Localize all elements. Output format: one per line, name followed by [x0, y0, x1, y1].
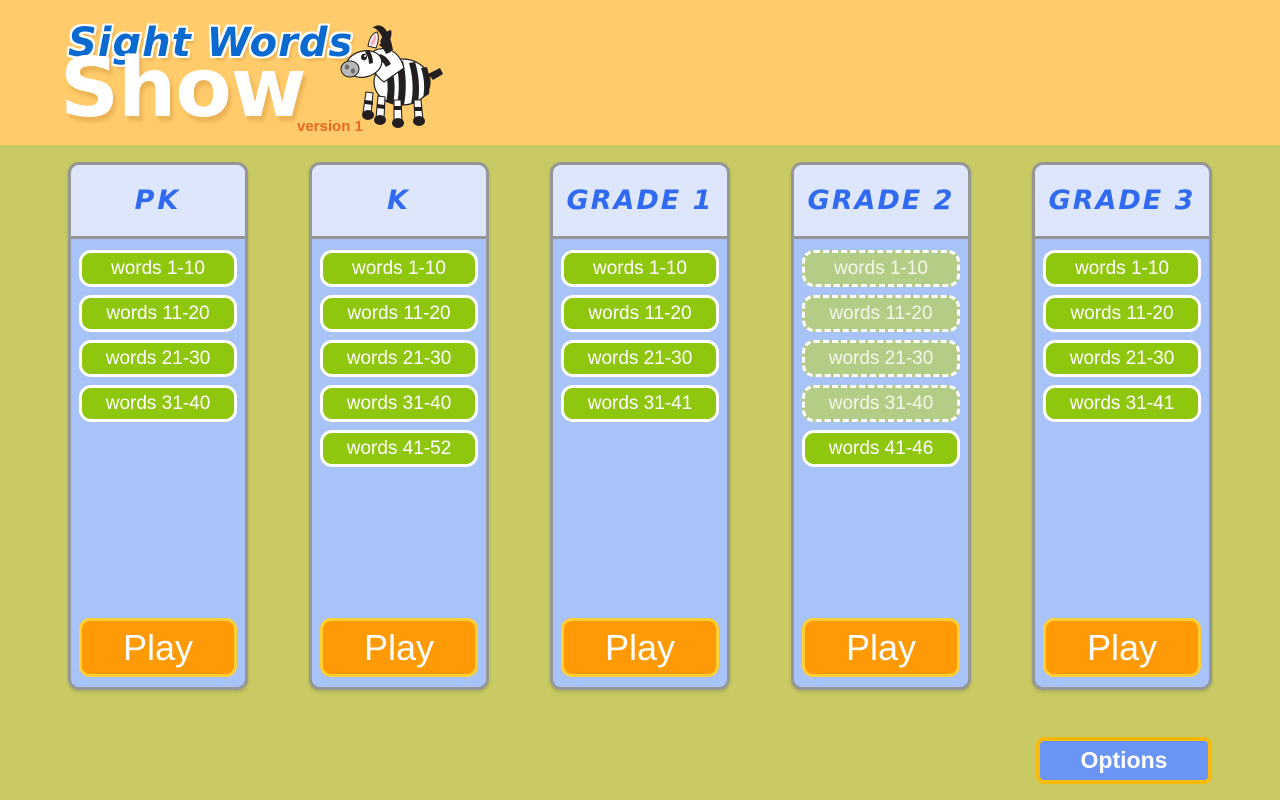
grade-card-title: K — [387, 185, 411, 216]
grade-card-header: GRADE 2 — [794, 165, 968, 239]
logo-title-line2: Show — [60, 41, 307, 136]
level-button[interactable]: words 31-40 — [79, 385, 237, 422]
grade-cards-row: PK words 1-10 words 11-20 words 21-30 words … — [0, 162, 1280, 690]
level-button[interactable]: words 31-40 — [320, 385, 478, 422]
grade-card-header: K — [312, 165, 486, 239]
grade-card-footer: Play — [794, 618, 968, 687]
level-button[interactable]: words 11-20 — [1043, 295, 1201, 332]
level-button[interactable]: words 21-30 — [79, 340, 237, 377]
grade-card-title: GRADE 3 — [1048, 185, 1196, 216]
grade-card: GRADE 1 words 1-10 words 11-20 words 21-30 w… — [550, 162, 730, 690]
level-button-completed[interactable]: words 1-10 — [802, 250, 960, 287]
grade-card-footer: Play — [312, 618, 486, 687]
grade-card-footer: Play — [553, 618, 727, 687]
level-button[interactable]: words 21-30 — [1043, 340, 1201, 377]
play-button[interactable]: Play — [561, 618, 719, 677]
level-button-list: words 1-10 words 11-20 words 21-30 words 31… — [1035, 239, 1209, 618]
level-button-list: words 1-10 words 11-20 words 21-30 words 31… — [553, 239, 727, 618]
level-button[interactable]: words 31-41 — [1043, 385, 1201, 422]
level-button[interactable]: words 31-41 — [561, 385, 719, 422]
level-button[interactable]: words 11-20 — [79, 295, 237, 332]
grade-card: Kwords 1-10 words 11-20 words 21-30 words 3… — [309, 162, 489, 690]
level-button[interactable]: words 1-10 — [561, 250, 719, 287]
play-button[interactable]: Play — [1043, 618, 1201, 677]
level-button-list: words 1-10 words 11-20 words 21-30 words 31… — [794, 239, 968, 618]
grade-card-title: GRADE 2 — [807, 185, 955, 216]
grade-card: GRADE 3 words 1-10 words 11-20 words 21-30 w… — [1032, 162, 1212, 690]
level-button[interactable]: words 21-30 — [561, 340, 719, 377]
level-button[interactable]: words 1-10 — [79, 250, 237, 287]
play-button[interactable]: Play — [79, 618, 237, 677]
play-button[interactable]: Play — [802, 618, 960, 677]
level-button-completed[interactable]: words 21-30 — [802, 340, 960, 377]
play-button[interactable]: Play — [320, 618, 478, 677]
level-button-completed[interactable]: words 11-20 — [802, 295, 960, 332]
grade-card-header: PK — [71, 165, 245, 239]
level-button-list: words 1-10 words 11-20 words 21-30 words 31… — [71, 239, 245, 618]
level-button[interactable]: words 1-10 — [320, 250, 478, 287]
level-button-list: words 1-10 words 11-20 words 21-30 words 31… — [312, 239, 486, 618]
app-header-band: Sight Words Show version 1 — [0, 0, 1280, 145]
level-button[interactable]: words 1-10 — [1043, 250, 1201, 287]
grade-card: GRADE 2 words 1-10 words 11-20 words 21-30 w… — [791, 162, 971, 690]
level-button[interactable]: words 21-30 — [320, 340, 478, 377]
level-button[interactable]: words 41-52 — [320, 430, 478, 467]
grade-card-header: GRADE 1 — [553, 165, 727, 239]
level-button[interactable]: words 41-46 — [802, 430, 960, 467]
grade-card-title: GRADE 1 — [566, 185, 714, 216]
grade-card-footer: Play — [71, 618, 245, 687]
grade-card: PK words 1-10 words 11-20 words 21-30 words … — [68, 162, 248, 690]
level-button[interactable]: words 11-20 — [561, 295, 719, 332]
grade-card-footer: Play — [1035, 618, 1209, 687]
options-button[interactable]: Options — [1036, 737, 1212, 784]
grade-card-title: PK — [134, 185, 182, 216]
grade-card-header: GRADE 3 — [1035, 165, 1209, 239]
zebra-mascot-icon — [340, 25, 443, 128]
level-button[interactable]: words 11-20 — [320, 295, 478, 332]
level-button-completed[interactable]: words 31-40 — [802, 385, 960, 422]
